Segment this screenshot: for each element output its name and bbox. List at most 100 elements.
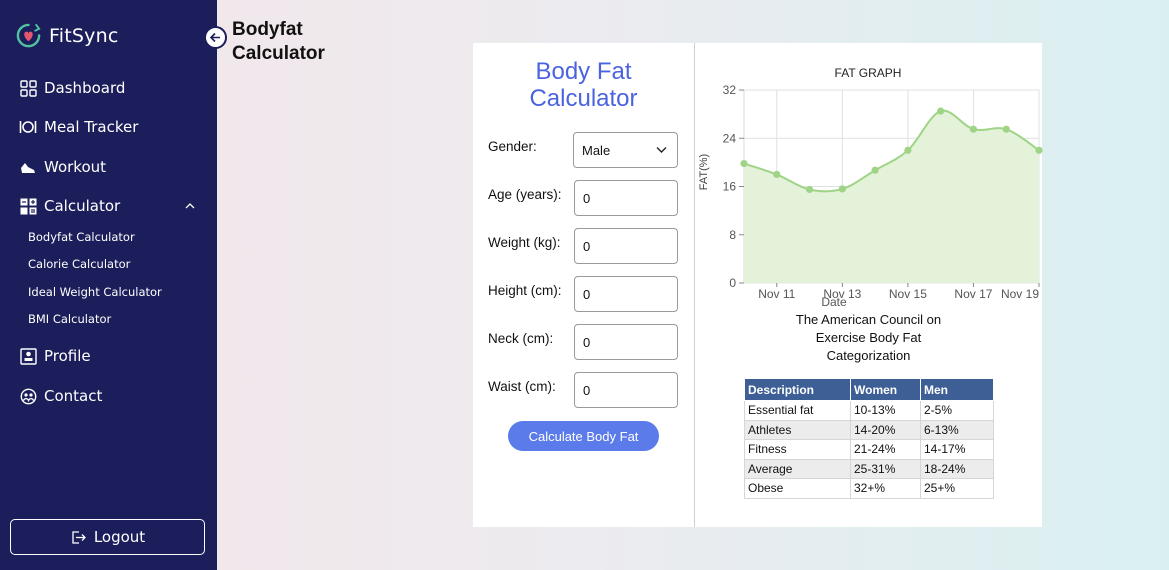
sidebar-item-contact[interactable]: Contact	[19, 387, 102, 405]
chart-data-point	[773, 170, 781, 179]
collapse-sidebar-button[interactable]	[204, 26, 227, 49]
gender-select[interactable]: Male	[573, 132, 678, 168]
table-cell: 14-17%	[920, 439, 994, 460]
sidebar-item-workout[interactable]: Workout	[19, 158, 106, 176]
table-cell: Essential fat	[744, 400, 851, 421]
plate-icon	[19, 118, 37, 136]
sidebar: FitSync Dashboard Meal Tracker Workout C…	[0, 0, 217, 570]
weight-label: Weight (kg):	[488, 235, 561, 250]
age-label: Age (years):	[488, 187, 562, 202]
chart-data-point	[838, 185, 846, 193]
shoe-icon	[19, 158, 37, 176]
height-label: Height (cm):	[488, 283, 562, 298]
neck-input[interactable]	[574, 324, 678, 360]
calculator-title: Body Fat Calculator	[473, 58, 694, 112]
logout-icon	[72, 530, 86, 544]
chart-y-tick-label: 24	[723, 131, 737, 145]
page-title-line2: Calculator	[232, 43, 325, 64]
page-title: Bodyfat Calculator	[232, 18, 325, 66]
fat-graph-chart: FAT GRAPH 08162432 Nov 11 Nov 13 Nov 15 Nov…	[698, 66, 1043, 308]
chart-data-point	[937, 107, 945, 115]
table-cell: Fitness	[744, 439, 851, 460]
page-title-line1: Bodyfat	[232, 19, 303, 40]
table-row: Average 25-31% 18-24%	[744, 458, 994, 479]
table-cell: 6-13%	[920, 419, 994, 440]
table-cell: 21-24%	[850, 439, 921, 460]
chart-x-tick-label: Nov 17	[954, 287, 992, 301]
weight-input[interactable]	[574, 228, 678, 264]
chart-data-point	[805, 185, 814, 194]
chart-data-point	[1035, 146, 1043, 154]
table-cell: 10-13%	[850, 400, 921, 421]
grid-icon	[19, 79, 37, 97]
table-row: Fitness 21-24% 14-17%	[744, 439, 994, 460]
chart-data-point	[740, 159, 748, 168]
height-input[interactable]	[574, 276, 678, 312]
sidebar-item-label: Contact	[44, 387, 103, 405]
neck-label: Neck (cm):	[488, 331, 554, 346]
table-row: Essential fat 10-13% 2-5%	[744, 400, 994, 421]
app-name: FitSync	[49, 24, 119, 47]
chart-data-point	[1002, 125, 1010, 133]
table-cell: Average	[744, 458, 851, 479]
table-cell: 32+%	[850, 478, 921, 499]
sidebar-subitem-calorie-calculator[interactable]: Calorie Calculator	[28, 257, 130, 271]
chart-y-tick-label: 8	[729, 228, 736, 242]
chart-y-tick-label: 32	[723, 83, 737, 97]
waist-input[interactable]	[574, 372, 678, 408]
logout-button[interactable]: Logout	[10, 519, 205, 555]
calculator-icon	[19, 197, 37, 215]
age-input[interactable]	[574, 180, 678, 216]
table-header-row: Description Women Men	[744, 378, 994, 401]
arrow-left-icon	[209, 32, 220, 43]
fitsync-logo-icon	[16, 23, 41, 48]
gender-label: Gender:	[488, 139, 537, 154]
ace-table-title: The American Council on Exercise Body Fa…	[795, 312, 942, 363]
chart-y-tick-label: 16	[723, 180, 737, 194]
chart-data-point	[871, 166, 879, 174]
table-cell: 25-31%	[850, 458, 921, 479]
table-cell: 18-24%	[920, 458, 994, 479]
chart-data-point	[904, 146, 912, 154]
sidebar-subitem-bodyfat-calculator[interactable]: Bodyfat Calculator	[28, 230, 135, 244]
sidebar-item-label: Meal Tracker	[44, 118, 139, 136]
chart-area-fill	[744, 110, 1039, 284]
table-row: Athletes 14-20% 6-13%	[744, 419, 994, 440]
table-cell: Athletes	[744, 419, 851, 440]
ace-bodyfat-table: Description Women Men Essential fat 10-1…	[744, 378, 994, 499]
chevron-up-icon[interactable]	[184, 200, 196, 212]
logout-label: Logout	[93, 528, 146, 546]
chart-data-point	[969, 125, 978, 133]
chevron-down-icon	[656, 147, 667, 153]
gender-select-value: Male	[582, 142, 611, 158]
chart-x-axis-label: Date	[821, 295, 847, 308]
sidebar-item-profile[interactable]: Profile	[19, 347, 91, 365]
sidebar-item-calculator[interactable]: Calculator	[19, 197, 120, 215]
table-header-description: Description	[744, 378, 851, 401]
sidebar-item-label: Calculator	[44, 197, 121, 215]
sidebar-item-dashboard[interactable]: Dashboard	[19, 79, 125, 97]
sidebar-subitem-ideal-weight-calculator[interactable]: Ideal Weight Calculator	[28, 285, 162, 299]
calculator-title-line1: Body Fat	[535, 58, 632, 85]
table-cell: Obese	[744, 478, 851, 499]
contact-icon	[19, 387, 37, 405]
table-header-men: Men	[920, 378, 994, 401]
sidebar-item-label: Profile	[44, 347, 91, 365]
chart-title: FAT GRAPH	[835, 66, 902, 80]
table-header-women: Women	[850, 378, 921, 401]
sidebar-item-label: Dashboard	[44, 79, 126, 97]
table-cell: 2-5%	[920, 400, 994, 421]
sidebar-item-meal-tracker[interactable]: Meal Tracker	[19, 118, 138, 136]
table-cell: 14-20%	[850, 419, 921, 440]
chart-x-tick-label: Nov 11	[758, 287, 795, 301]
profile-icon	[19, 347, 37, 365]
calculator-title-line2: Calculator	[529, 85, 638, 112]
sidebar-subitem-bmi-calculator[interactable]: BMI Calculator	[28, 312, 111, 326]
table-cell: 25+%	[920, 478, 994, 499]
chart-x-tick-label: Nov 19	[1001, 287, 1039, 301]
brand[interactable]: FitSync	[15, 22, 118, 49]
chart-y-tick-label: 0	[729, 276, 736, 290]
chart-y-axis-label: FAT(%)	[698, 154, 710, 190]
calculate-body-fat-button[interactable]: Calculate Body Fat	[508, 421, 659, 451]
table-row: Obese 32+% 25+%	[744, 478, 994, 499]
